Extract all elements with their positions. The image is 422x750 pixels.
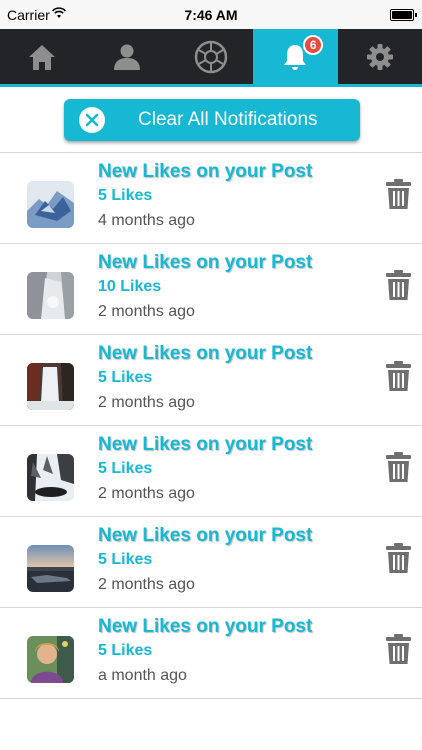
tab-notifications[interactable]: 6 xyxy=(253,29,338,84)
timestamp: a month ago xyxy=(98,667,187,684)
clock: 7:46 AM xyxy=(184,7,238,23)
notification-title: New Likes on your Post xyxy=(98,343,313,364)
list-item[interactable]: New Likes on your Post 5 Likes 2 months … xyxy=(0,426,422,517)
notification-title: New Likes on your Post xyxy=(98,616,313,637)
list-item[interactable]: New Likes on your Post 5 Likes 2 months … xyxy=(0,335,422,426)
person-icon xyxy=(113,44,140,70)
home-icon xyxy=(29,44,56,70)
list-item[interactable]: New Likes on your Post 10 Likes 2 months… xyxy=(0,244,422,335)
list-item[interactable]: New Likes on your Post 5 Likes a month a… xyxy=(0,608,422,699)
clear-all-label: Clear All Notifications xyxy=(138,109,318,130)
notification-title: New Likes on your Post xyxy=(98,161,313,182)
close-icon xyxy=(79,107,105,133)
likes-count: 5 Likes xyxy=(98,551,153,568)
post-thumbnail xyxy=(27,545,74,592)
notification-title: New Likes on your Post xyxy=(98,525,313,546)
trash-icon[interactable] xyxy=(386,270,411,300)
post-thumbnail xyxy=(27,363,74,410)
tab-profile[interactable] xyxy=(84,29,168,84)
likes-count: 5 Likes xyxy=(98,187,153,204)
timestamp: 2 months ago xyxy=(98,303,195,320)
likes-count: 10 Likes xyxy=(98,278,162,295)
post-thumbnail xyxy=(27,636,74,683)
timestamp: 4 months ago xyxy=(98,212,195,229)
timestamp: 2 months ago xyxy=(98,394,195,411)
gear-icon xyxy=(366,43,393,70)
tab-indicator-line xyxy=(0,84,422,87)
trash-icon[interactable] xyxy=(386,179,411,209)
notification-list: New Likes on your Post 5 Likes 4 months … xyxy=(0,152,422,699)
post-thumbnail xyxy=(27,181,74,228)
list-item[interactable]: New Likes on your Post 5 Likes 4 months … xyxy=(0,153,422,244)
aperture-icon xyxy=(194,40,228,73)
tab-bar: 6 xyxy=(0,29,422,84)
likes-count: 5 Likes xyxy=(98,642,153,659)
tab-settings[interactable] xyxy=(338,29,422,84)
trash-icon[interactable] xyxy=(386,452,411,482)
post-thumbnail xyxy=(27,454,74,501)
tab-camera[interactable] xyxy=(169,29,253,84)
status-bar: Carrier 7:46 AM xyxy=(0,0,422,29)
trash-icon[interactable] xyxy=(386,361,411,391)
likes-count: 5 Likes xyxy=(98,460,153,477)
tab-home[interactable] xyxy=(0,29,84,84)
trash-icon[interactable] xyxy=(386,543,411,573)
list-item[interactable]: New Likes on your Post 5 Likes 2 months … xyxy=(0,517,422,608)
timestamp: 2 months ago xyxy=(98,576,195,593)
battery-icon xyxy=(390,9,417,21)
notification-title: New Likes on your Post xyxy=(98,434,313,455)
clear-all-button[interactable]: Clear All Notifications xyxy=(64,99,360,141)
timestamp: 2 months ago xyxy=(98,485,195,502)
likes-count: 5 Likes xyxy=(98,369,153,386)
notification-title: New Likes on your Post xyxy=(98,252,313,273)
post-thumbnail xyxy=(27,272,74,319)
trash-icon[interactable] xyxy=(386,634,411,664)
notification-badge: 6 xyxy=(303,35,324,55)
